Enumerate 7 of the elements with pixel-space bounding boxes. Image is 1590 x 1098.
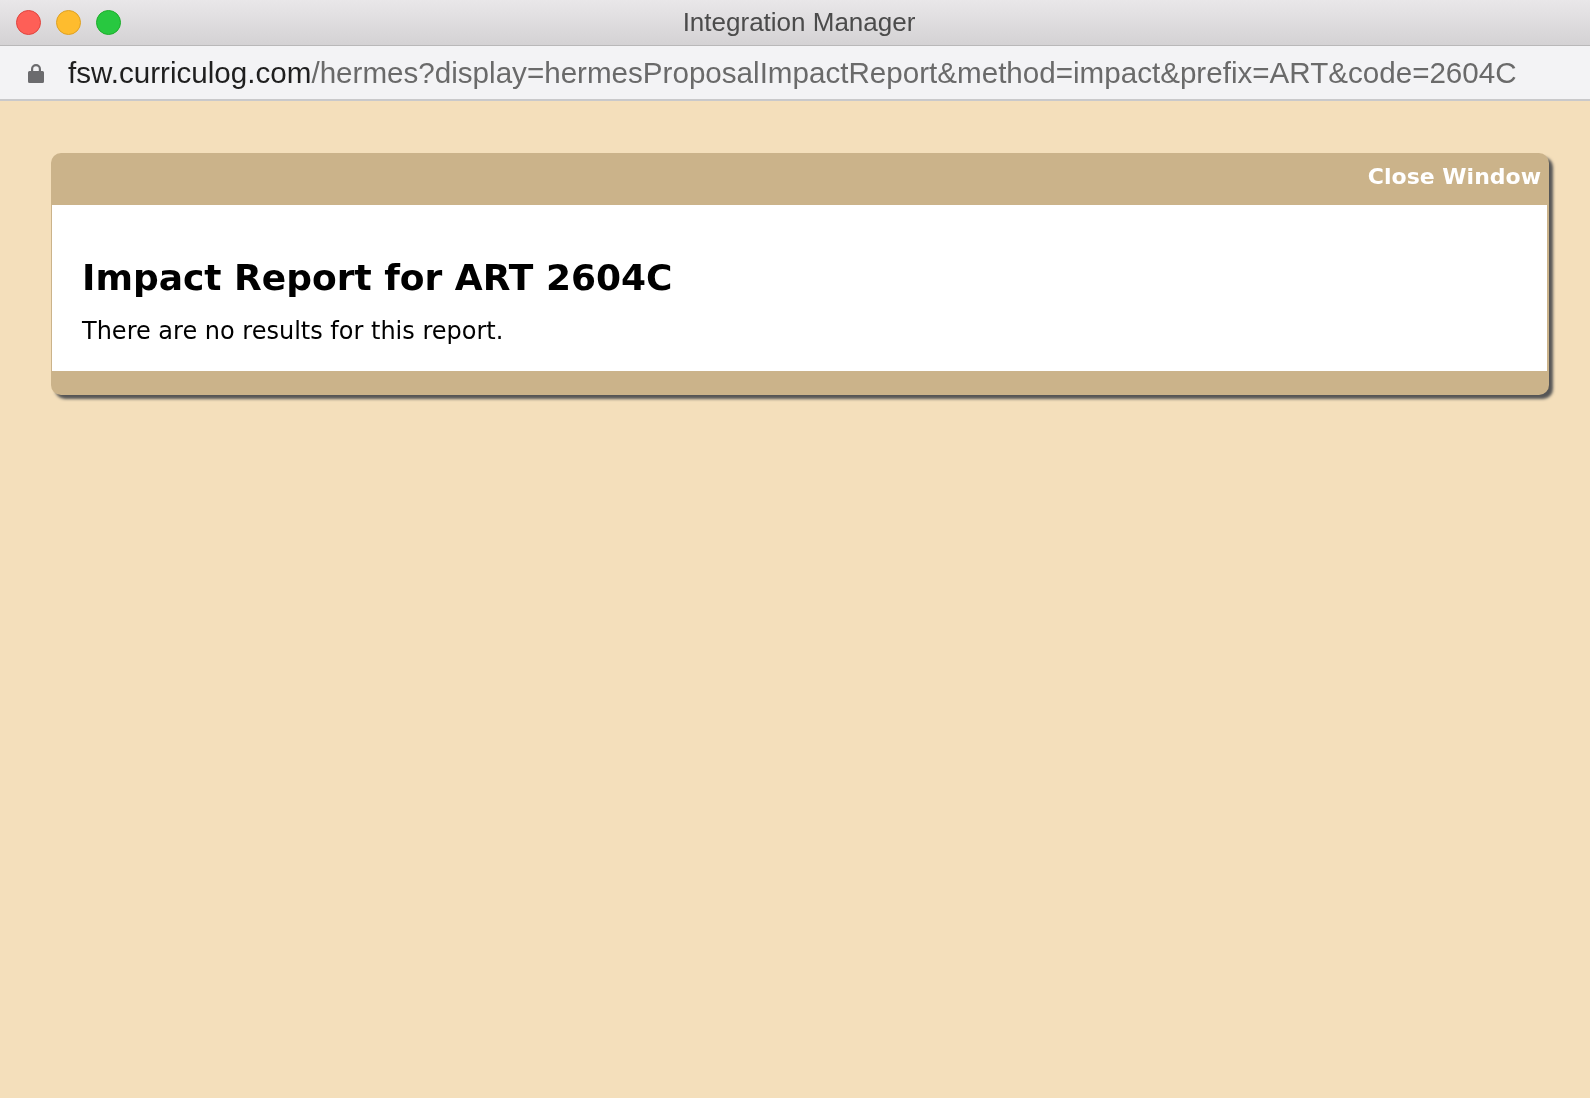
maximize-icon[interactable]	[96, 10, 121, 35]
window-title: Integration Manager	[682, 7, 916, 38]
close-icon[interactable]	[16, 10, 41, 35]
no-results-message: There are no results for this report.	[82, 316, 505, 346]
minimize-icon[interactable]	[56, 10, 81, 35]
url-text[interactable]: fsw.curriculog.com/hermes?display=hermesProposalImpactReport&method=impact&prefix=ART&code=2604C	[68, 55, 1517, 90]
report-heading: Impact Report for ART 2604C	[82, 256, 674, 300]
